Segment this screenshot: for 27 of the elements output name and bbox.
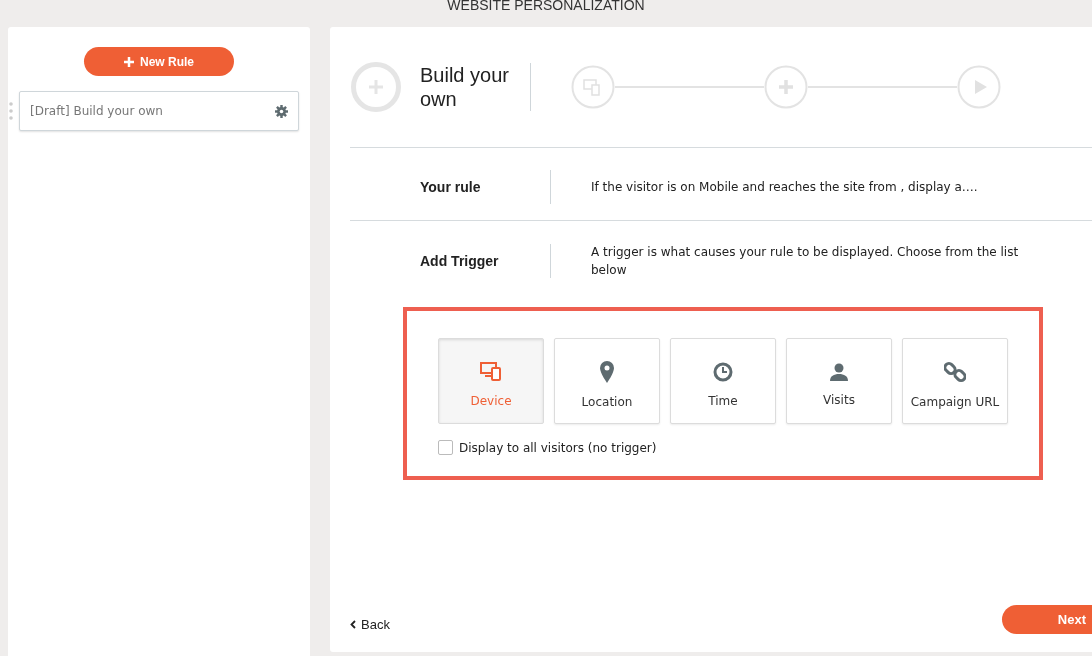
person-icon [830, 363, 848, 381]
page-title: WEBSITE PERSONALIZATION [447, 0, 645, 13]
trigger-option[interactable]: Location [554, 338, 660, 424]
back-link[interactable]: Back [350, 617, 390, 632]
row-label: Your rule [419, 179, 482, 195]
trigger-option[interactable]: Time [670, 338, 776, 424]
chevron-left-icon [350, 620, 356, 629]
play-icon [975, 80, 987, 94]
devices-icon [583, 79, 600, 96]
checkbox-label: Display to all visitors (no trigger) [459, 440, 657, 455]
plus-icon [124, 56, 134, 67]
plus-icon [777, 78, 795, 96]
drag-handle-icon[interactable] [9, 102, 13, 120]
add-step-icon [351, 62, 401, 112]
settings-icon[interactable] [275, 104, 288, 118]
builder-title: Build your own [420, 63, 510, 111]
row-description: If the visitor is on Mobile and reaches the site from , display a…. [591, 179, 979, 196]
link-icon [944, 361, 966, 383]
trigger-option[interactable]: Visits [786, 338, 892, 424]
devices-icon [480, 362, 502, 382]
checkbox[interactable] [438, 440, 453, 455]
row-description: A trigger is what causes your rule to be displayed. Choose from the list below [591, 244, 1020, 279]
trigger-option[interactable]: Campaign URL [902, 338, 1008, 424]
clock-icon [713, 362, 733, 382]
rule-item[interactable]: [Draft] Build your own [19, 91, 299, 131]
map-pin-icon [600, 361, 614, 383]
row-label: Add Trigger [419, 253, 500, 269]
